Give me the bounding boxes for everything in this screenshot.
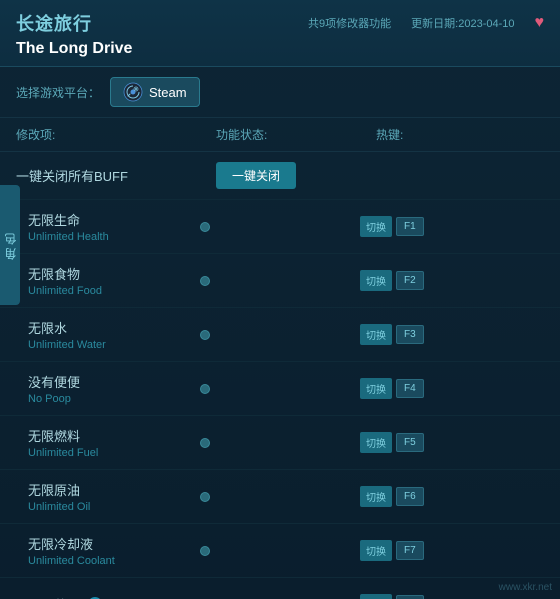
cheat-name: 没有便便 No Poop — [28, 372, 200, 405]
cheat-name-en: Unlimited Coolant — [28, 555, 200, 567]
cheat-row: 没有便便 No Poop 切换F4 — [0, 362, 560, 416]
cheat-hotkey: 切换F7 — [360, 540, 544, 561]
hotkey-key-label: F8 — [396, 595, 424, 599]
hotkey-switch-button[interactable]: 切换 — [360, 540, 392, 561]
cheat-toggle[interactable] — [200, 222, 360, 232]
cheat-name-en: Unlimited Oil — [28, 501, 200, 513]
toggle-dot-icon — [200, 546, 210, 556]
game-title: The Long Drive — [16, 40, 544, 58]
cheat-name-en: Unlimited Health — [28, 231, 200, 243]
side-tab-text: 角色 — [2, 230, 19, 260]
watermark: www.xkr.net — [499, 582, 552, 593]
hotkey-switch-button[interactable]: 切换 — [360, 216, 392, 237]
cheat-name-cn: 无限冷却液 — [28, 534, 200, 553]
platform-label: 选择游戏平台： — [16, 84, 100, 101]
cheat-hotkey: 切换F5 — [360, 432, 544, 453]
cheat-row: 无限食物 Unlimited Food 切换F2 — [0, 254, 560, 308]
cheat-toggle[interactable] — [200, 330, 360, 340]
platform-btn-text: Steam — [149, 85, 187, 100]
onekey-button[interactable]: 一键关闭 — [216, 162, 296, 189]
cheat-name-cn: 没有便便 — [28, 372, 200, 391]
cheats-list: 无限生命Unlimited Health切换F1无限食物Unlimited Fo… — [0, 200, 560, 599]
header-top: 长途旅行 共9项修改器功能 更新日期:2023-04-10 ♥ — [16, 10, 544, 36]
toggle-dot-icon — [200, 492, 210, 502]
onekey-label: 一键关闭所有BUFF — [16, 166, 216, 185]
cheat-toggle[interactable] — [200, 438, 360, 448]
cheat-name: 无限原油 Unlimited Oil — [28, 480, 200, 513]
cheat-name-cn: 无限原油 — [28, 480, 200, 499]
cheat-row: 无限生命 Unlimited Health 切换F1 — [0, 200, 560, 254]
cheat-hotkey: 切换F6 — [360, 486, 544, 507]
platform-row: 选择游戏平台： Steam — [0, 67, 560, 118]
hotkey-switch-button[interactable]: 切换 — [360, 324, 392, 345]
side-tab[interactable]: 角色 — [0, 185, 20, 305]
cheat-name-en: Unlimited Water — [28, 339, 200, 351]
cheat-name: 无限生命 Unlimited Health — [28, 210, 200, 243]
cheat-name-en: Unlimited Food — [28, 285, 200, 297]
cheat-row: 无限水 Unlimited Water 切换F3 — [0, 308, 560, 362]
cheat-name-cn: 无限燃料 — [28, 426, 200, 445]
header-meta: 共9项修改器功能 更新日期:2023-04-10 ♥ — [308, 14, 544, 32]
cheat-name-en: No Poop — [28, 393, 200, 405]
col-status-header: 功能状态: — [216, 126, 376, 143]
cheat-hotkey: 切换F2 — [360, 270, 544, 291]
cheat-name-cn: 无限食物 — [28, 264, 200, 283]
toggle-dot-icon — [200, 276, 210, 286]
cheat-row: 无限原油 Unlimited Oil 切换F6 — [0, 470, 560, 524]
hotkey-key-label: F4 — [396, 379, 424, 398]
header: 长途旅行 共9项修改器功能 更新日期:2023-04-10 ♥ The Long… — [0, 0, 560, 67]
hotkey-key-label: F1 — [396, 217, 424, 236]
column-headers: 修改项: 功能状态: 热键: — [0, 118, 560, 152]
hotkey-key-label: F6 — [396, 487, 424, 506]
cheat-name: 无限冷却液 Unlimited Coolant — [28, 534, 200, 567]
cheat-row: 无限燃料 Unlimited Fuel 切换F5 — [0, 416, 560, 470]
hotkey-switch-button[interactable]: 切换 — [360, 486, 392, 507]
cheat-name: 无需装理 — [28, 595, 200, 599]
col-modify-header: 修改项: — [16, 126, 216, 143]
cheat-hotkey: 切换F4 — [360, 378, 544, 399]
cheat-name: 无限食物 Unlimited Food — [28, 264, 200, 297]
heart-icon[interactable]: ♥ — [535, 14, 545, 32]
cheat-hotkey: 切换F3 — [360, 324, 544, 345]
toggle-dot-icon — [200, 222, 210, 232]
cheat-name-cn: 无需装理 — [28, 595, 200, 599]
toggle-dot-icon — [200, 438, 210, 448]
hotkey-switch-button[interactable]: 切换 — [360, 594, 392, 599]
app-title: 长途旅行 — [16, 10, 92, 36]
cheat-toggle[interactable] — [200, 546, 360, 556]
app-container: 长途旅行 共9项修改器功能 更新日期:2023-04-10 ♥ The Long… — [0, 0, 560, 599]
meta-date: 更新日期:2023-04-10 — [411, 15, 514, 31]
cheat-name: 无限燃料 Unlimited Fuel — [28, 426, 200, 459]
hotkey-switch-button[interactable]: 切换 — [360, 432, 392, 453]
cheat-name-en: Unlimited Fuel — [28, 447, 200, 459]
toggle-dot-icon — [200, 384, 210, 394]
steam-logo-icon — [123, 82, 143, 102]
cheat-name: 无限水 Unlimited Water — [28, 318, 200, 351]
hotkey-key-label: F5 — [396, 433, 424, 452]
platform-button[interactable]: Steam — [110, 77, 200, 107]
toggle-dot-icon — [200, 330, 210, 340]
cheat-toggle[interactable] — [200, 276, 360, 286]
col-hotkey-header: 热键: — [376, 126, 544, 143]
hotkey-key-label: F3 — [396, 325, 424, 344]
cheat-toggle[interactable] — [200, 492, 360, 502]
cheat-hotkey: 切换 F8 — [360, 594, 544, 599]
hotkey-switch-button[interactable]: 切换 — [360, 270, 392, 291]
cheat-hotkey: 切换F1 — [360, 216, 544, 237]
onekey-row: 一键关闭所有BUFF 一键关闭 — [0, 152, 560, 200]
hotkey-key-label: F7 — [396, 541, 424, 560]
cheat-row: 无限冷却液 Unlimited Coolant 切换F7 — [0, 524, 560, 578]
cheat-name-cn: 无限生命 — [28, 210, 200, 229]
hotkey-switch-button[interactable]: 切换 — [360, 378, 392, 399]
cheat-row: 无需装理 切换 F8 — [0, 578, 560, 599]
hotkey-key-label: F2 — [396, 271, 424, 290]
meta-count: 共9项修改器功能 — [308, 15, 391, 31]
cheat-toggle[interactable] — [200, 384, 360, 394]
cheat-name-cn: 无限水 — [28, 318, 200, 337]
